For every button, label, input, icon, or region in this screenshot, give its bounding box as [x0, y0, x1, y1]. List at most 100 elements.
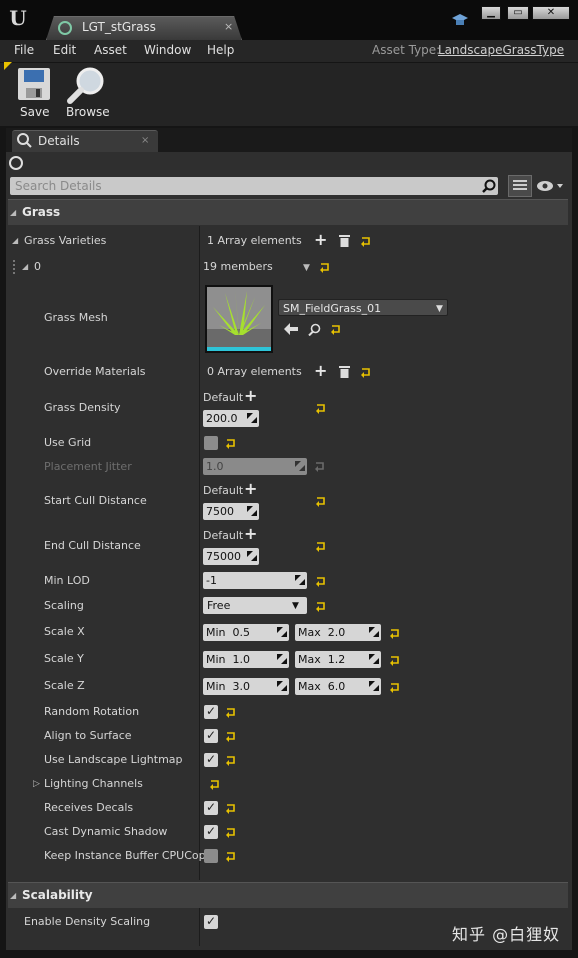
receives-decals-checkbox[interactable]: ✓	[204, 801, 218, 815]
use-landscape-lightmap-checkbox[interactable]: ✓	[204, 753, 218, 767]
min-lod-field[interactable]: -1	[203, 572, 307, 589]
max-label: Max	[298, 653, 321, 666]
grass-density-field[interactable]: 200.0	[203, 410, 259, 427]
override-materials-label: Override Materials	[44, 365, 146, 378]
minimize-button[interactable]: ▁	[481, 6, 501, 20]
reset-arrow-icon[interactable]	[315, 541, 326, 552]
align-to-surface-label: Align to Surface	[44, 729, 132, 742]
end-cull-distance-value: 75000	[206, 550, 241, 563]
close-window-button[interactable]: ✕	[532, 6, 570, 20]
scale-z-min-value: 3.0	[232, 680, 251, 693]
enable-density-scaling-checkbox[interactable]: ✓	[204, 915, 218, 929]
grass-density-label: Grass Density	[44, 401, 121, 414]
add-override-button[interactable]: +	[244, 388, 257, 404]
menu-edit[interactable]: Edit	[53, 43, 76, 57]
grass-mesh-thumbnail[interactable]	[205, 285, 273, 353]
lock-selection-icon[interactable]	[9, 156, 23, 170]
scale-y-max-field[interactable]: Max 1.2	[295, 651, 381, 668]
start-cull-distance-field[interactable]: 7500	[203, 503, 259, 520]
use-selected-arrow-icon[interactable]	[284, 323, 298, 335]
search-placeholder: Search Details	[15, 179, 102, 193]
reset-arrow-icon[interactable]	[225, 707, 236, 718]
browse-asset-icon[interactable]	[308, 323, 321, 336]
grass-category-header[interactable]	[8, 199, 568, 225]
expand-right-arrow-icon[interactable]: ▷	[33, 779, 40, 789]
scale-z-label: Scale Z	[44, 679, 85, 692]
asset-type-link[interactable]: LandscapeGrassType	[438, 43, 564, 57]
scale-x-min-field[interactable]: Min 0.5	[203, 624, 289, 641]
reset-arrow-icon[interactable]	[389, 628, 400, 639]
reset-arrow-icon[interactable]	[315, 601, 326, 612]
expand-arrow-icon[interactable]: ◢	[22, 262, 28, 271]
end-cull-distance-field[interactable]: 75000	[203, 548, 259, 565]
drag-handle-icon[interactable]	[13, 260, 19, 274]
details-tab[interactable]	[12, 130, 158, 152]
cast-dynamic-shadow-checkbox[interactable]: ✓	[204, 825, 218, 839]
browse-button[interactable]: Browse	[66, 105, 110, 119]
save-button[interactable]: Save	[20, 105, 49, 119]
cast-dynamic-shadow-label: Cast Dynamic Shadow	[44, 825, 168, 838]
save-icon[interactable]	[17, 67, 51, 101]
graduation-cap-icon[interactable]	[452, 12, 468, 28]
trash-icon[interactable]	[339, 365, 350, 378]
add-element-button[interactable]: +	[314, 232, 327, 248]
eye-visibility-icon[interactable]	[536, 179, 564, 193]
align-to-surface-checkbox[interactable]: ✓	[204, 729, 218, 743]
reset-arrow-icon[interactable]	[389, 682, 400, 693]
min-lod-value: -1	[206, 574, 217, 587]
add-override-button[interactable]: +	[244, 526, 257, 542]
menu-help[interactable]: Help	[207, 43, 234, 57]
reset-arrow-icon[interactable]	[360, 367, 371, 378]
column-divider	[199, 908, 200, 946]
reset-arrow-icon[interactable]	[315, 576, 326, 587]
scale-y-min-value: 1.0	[232, 653, 251, 666]
collapse-arrow-icon[interactable]: ◢	[10, 208, 16, 217]
reset-arrow-icon[interactable]	[225, 731, 236, 742]
browse-icon[interactable]	[67, 66, 107, 104]
min-label: Min	[206, 626, 226, 639]
tab-close-icon[interactable]: ×	[224, 20, 233, 33]
element-dropdown-icon[interactable]: ▼	[303, 263, 310, 273]
details-close-icon[interactable]: ×	[141, 135, 149, 146]
reset-arrow-icon[interactable]	[315, 496, 326, 507]
reset-arrow-icon[interactable]	[319, 262, 330, 273]
reset-arrow-icon[interactable]	[225, 827, 236, 838]
use-grid-label: Use Grid	[44, 436, 92, 449]
random-rotation-checkbox[interactable]: ✓	[204, 705, 218, 719]
scale-x-max-field[interactable]: Max 2.0	[295, 624, 381, 641]
menu-asset[interactable]: Asset	[94, 43, 127, 57]
reset-arrow-icon[interactable]	[225, 438, 236, 449]
menu-window[interactable]: Window	[144, 43, 191, 57]
reset-arrow-icon[interactable]	[330, 324, 341, 335]
use-grid-checkbox[interactable]	[204, 436, 218, 450]
keep-instance-buffer-checkbox[interactable]	[204, 849, 218, 863]
grass-mesh-dropdown[interactable]: SM_FieldGrass_01	[278, 299, 448, 316]
scale-z-max-field[interactable]: Max 6.0	[295, 678, 381, 695]
menu-file[interactable]: File	[14, 43, 34, 57]
scale-y-max-value: 1.2	[327, 653, 346, 666]
add-element-button[interactable]: +	[314, 363, 327, 379]
reset-arrow-icon[interactable]	[209, 779, 220, 790]
scale-z-min-field[interactable]: Min 3.0	[203, 678, 289, 695]
scale-x-min-value: 0.5	[232, 626, 251, 639]
reset-arrow-icon[interactable]	[225, 803, 236, 814]
grass-category-title: Grass	[22, 205, 61, 219]
reset-arrow-icon[interactable]	[225, 851, 236, 862]
placement-jitter-field: 1.0	[203, 458, 307, 475]
min-label: Min	[206, 653, 226, 666]
expand-arrow-icon[interactable]: ◢	[12, 236, 18, 245]
random-rotation-label: Random Rotation	[44, 705, 140, 718]
add-override-button[interactable]: +	[244, 481, 257, 497]
reset-arrow-icon[interactable]	[225, 755, 236, 766]
resize-grip-icon	[277, 627, 287, 637]
collapse-arrow-icon[interactable]: ◢	[10, 891, 16, 900]
scalability-category-title: Scalability	[22, 888, 93, 902]
maximize-button[interactable]: ▭	[507, 6, 529, 20]
reset-arrow-icon[interactable]	[315, 403, 326, 414]
trash-icon[interactable]	[339, 234, 350, 247]
reset-arrow-icon[interactable]	[389, 655, 400, 666]
scaling-label: Scaling	[44, 599, 84, 612]
reset-arrow-icon[interactable]	[360, 236, 371, 247]
scale-y-label: Scale Y	[44, 652, 84, 665]
scale-y-min-field[interactable]: Min 1.0	[203, 651, 289, 668]
